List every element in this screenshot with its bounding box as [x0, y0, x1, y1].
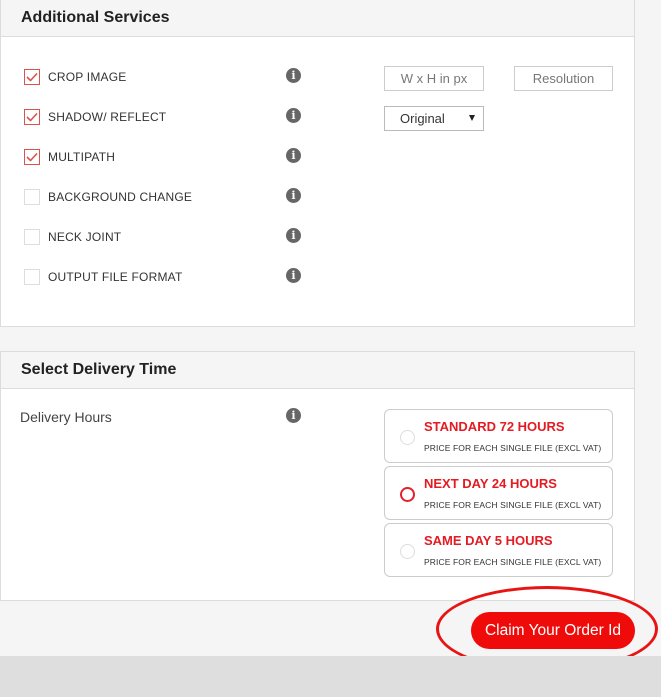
neck-joint-checkbox[interactable]	[24, 229, 40, 245]
delivery-time-title: Select Delivery Time	[21, 361, 177, 378]
next-day-option-subtitle: PRICE FOR EACH SINGLE FILE (EXCL VAT)	[424, 500, 602, 510]
output-file-format-label: OUTPUT FILE FORMAT	[48, 270, 183, 284]
shadow-type-select-value: Original	[400, 111, 445, 126]
service-crop-image[interactable]: CROP IMAGE	[24, 69, 126, 85]
additional-services-title: Additional Services	[21, 9, 170, 26]
crop-image-label: CROP IMAGE	[48, 70, 127, 84]
next-day-radio[interactable]	[400, 487, 415, 502]
check-icon	[26, 72, 38, 82]
delivery-option-next-day[interactable]: NEXT DAY 24 HOURS PRICE FOR EACH SINGLE …	[384, 466, 613, 520]
check-icon	[26, 112, 38, 122]
multipath-label: MULTIPATH	[48, 150, 116, 164]
background-change-label: BACKGROUND CHANGE	[48, 190, 193, 204]
same-day-radio[interactable]	[400, 544, 415, 559]
service-multipath[interactable]: MULTIPATH	[24, 149, 115, 165]
multipath-checkbox[interactable]	[24, 149, 40, 165]
claim-order-id-button[interactable]: Claim Your Order Id	[471, 612, 635, 649]
multipath-info-icon[interactable]: i	[286, 148, 301, 163]
shadow-type-select[interactable]: Original	[384, 106, 484, 131]
standard-radio[interactable]	[400, 430, 415, 445]
standard-option-subtitle: PRICE FOR EACH SINGLE FILE (EXCL VAT)	[424, 443, 602, 453]
crop-image-info-icon[interactable]: i	[286, 68, 301, 83]
caret-down-icon	[469, 115, 475, 121]
check-icon	[26, 152, 38, 162]
shadow-reflect-info-icon[interactable]: i	[286, 108, 301, 123]
background-change-checkbox[interactable]	[24, 189, 40, 205]
delivery-option-same-day[interactable]: SAME DAY 5 HOURS PRICE FOR EACH SINGLE F…	[384, 523, 613, 577]
footer-band	[0, 656, 661, 697]
shadow-reflect-checkbox[interactable]	[24, 109, 40, 125]
service-neck-joint[interactable]: NECK JOINT	[24, 229, 121, 245]
service-background-change[interactable]: BACKGROUND CHANGE	[24, 189, 192, 205]
service-shadow-reflect[interactable]: SHADOW/ REFLECT	[24, 109, 166, 125]
output-file-format-checkbox[interactable]	[24, 269, 40, 285]
same-day-option-title: SAME DAY 5 HOURS	[424, 533, 553, 548]
standard-option-title: STANDARD 72 HOURS	[424, 419, 565, 434]
service-output-file-format[interactable]: OUTPUT FILE FORMAT	[24, 269, 183, 285]
neck-joint-info-icon[interactable]: i	[286, 228, 301, 243]
delivery-hours-label: Delivery Hours	[20, 409, 112, 425]
size-input[interactable]	[384, 66, 484, 91]
background-change-info-icon[interactable]: i	[286, 188, 301, 203]
output-file-format-info-icon[interactable]: i	[286, 268, 301, 283]
neck-joint-label: NECK JOINT	[48, 230, 122, 244]
delivery-option-standard[interactable]: STANDARD 72 HOURS PRICE FOR EACH SINGLE …	[384, 409, 613, 463]
additional-services-header: Additional Services	[1, 0, 634, 37]
delivery-hours-info-icon[interactable]: i	[286, 408, 301, 423]
crop-image-checkbox[interactable]	[24, 69, 40, 85]
next-day-option-title: NEXT DAY 24 HOURS	[424, 476, 557, 491]
same-day-option-subtitle: PRICE FOR EACH SINGLE FILE (EXCL VAT)	[424, 557, 602, 567]
delivery-time-header: Select Delivery Time	[1, 352, 634, 389]
shadow-reflect-label: SHADOW/ REFLECT	[48, 110, 167, 124]
resolution-input[interactable]	[514, 66, 613, 91]
